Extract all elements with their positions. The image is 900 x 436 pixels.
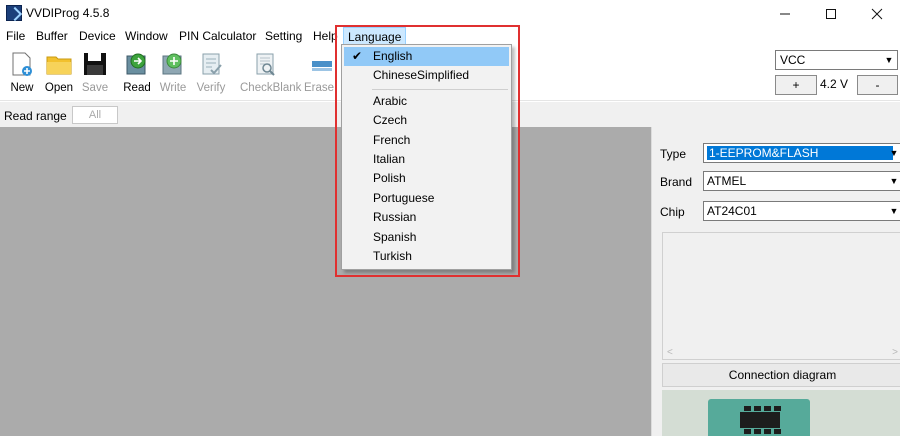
chip-info-box[interactable]: < >: [662, 232, 900, 360]
read-range-input[interactable]: All: [72, 106, 118, 124]
voltage-minus-button[interactable]: -: [857, 75, 898, 95]
close-icon[interactable]: [854, 0, 900, 27]
chevron-down-icon: ▼: [889, 148, 899, 158]
language-option-portuguese[interactable]: Portuguese: [344, 189, 509, 208]
read-chip-icon: [124, 51, 150, 77]
chip-pin: [774, 406, 781, 411]
language-option-turkish[interactable]: Turkish: [344, 247, 509, 266]
type-label: Type: [660, 147, 687, 161]
language-option-french[interactable]: French: [344, 131, 509, 150]
device-panel: Type 1-EEPROM&FLASH ▼ Brand ATMEL ▼ Chip…: [651, 127, 900, 436]
vcc-select[interactable]: VCC ▼: [775, 50, 898, 70]
chevron-down-icon: ▼: [884, 55, 894, 65]
connection-diagram-image: [662, 390, 900, 436]
chip-pin: [744, 406, 751, 411]
chip-pin: [774, 429, 781, 434]
brand-label: Brand: [660, 175, 693, 189]
floppy-disk-icon: [82, 51, 108, 77]
checkblank-icon: [252, 51, 278, 77]
voltage-plus-button[interactable]: +: [775, 75, 817, 95]
verify-label: Verify: [196, 82, 226, 94]
chip-pin: [754, 429, 761, 434]
app-logo-icon: [6, 5, 22, 21]
window-title: VVDIProg 4.5.8: [26, 6, 110, 20]
minimize-icon[interactable]: [762, 0, 808, 27]
read-range-label: Read range: [4, 109, 67, 123]
folder-icon: [46, 51, 72, 77]
voltage-value: 4.2 V: [820, 77, 849, 91]
menu-pin-calculator[interactable]: PIN Calculator: [178, 29, 257, 43]
language-option-chinesesimplified[interactable]: ChineseSimplified: [344, 66, 509, 85]
chip-pin: [744, 429, 751, 434]
language-dropdown: ✔ English ChineseSimplified Arabic Czech…: [341, 44, 512, 270]
menu-setting[interactable]: Setting: [264, 29, 303, 43]
checkblank-button[interactable]: CheckBlank: [240, 51, 301, 99]
type-select[interactable]: 1-EEPROM&FLASH ▼: [703, 143, 900, 163]
chip-label: Chip: [660, 205, 685, 219]
write-chip-icon: [160, 51, 186, 77]
adapter-board: [708, 399, 810, 436]
chip-select[interactable]: AT24C01 ▼: [703, 201, 900, 221]
language-option-arabic[interactable]: Arabic: [344, 92, 509, 111]
language-option-english[interactable]: ✔ English: [344, 47, 509, 66]
chevron-down-icon: ▼: [889, 206, 899, 216]
brand-select[interactable]: ATMEL ▼: [703, 171, 900, 191]
title-bar: VVDIProg 4.5.8: [0, 0, 900, 27]
language-option-russian[interactable]: Russian: [344, 208, 509, 227]
checkmark-icon: ✔: [352, 49, 363, 63]
verify-icon: [198, 51, 224, 77]
language-option-polish[interactable]: Polish: [344, 169, 509, 188]
erase-label: Erase: [303, 82, 335, 94]
brand-value: ATMEL: [707, 174, 747, 188]
chip-value: AT24C01: [707, 204, 757, 218]
verify-button[interactable]: Verify: [192, 51, 230, 99]
connection-diagram-button[interactable]: Connection diagram: [662, 363, 900, 387]
scroll-left-icon[interactable]: <: [667, 347, 673, 358]
menu-help[interactable]: Help: [312, 29, 339, 43]
chip-pin: [764, 406, 771, 411]
chip-body: [740, 412, 780, 428]
save-button[interactable]: Save: [76, 51, 114, 99]
language-option-italian[interactable]: Italian: [344, 150, 509, 169]
chip-pin: [754, 406, 761, 411]
language-option-label: English: [373, 49, 413, 63]
menu-window[interactable]: Window: [124, 29, 169, 43]
type-value: 1-EEPROM&FLASH: [707, 146, 893, 160]
menu-separator: [372, 89, 508, 90]
menu-buffer[interactable]: Buffer: [35, 29, 69, 43]
buffer-workspace: [0, 127, 651, 436]
erase-button[interactable]: Erase: [300, 51, 338, 99]
erase-icon: [306, 51, 332, 77]
new-file-icon: [9, 51, 35, 77]
language-option-czech[interactable]: Czech: [344, 111, 509, 130]
menu-file[interactable]: File: [5, 29, 26, 43]
vcc-value: VCC: [780, 53, 806, 67]
scroll-right-icon[interactable]: >: [892, 347, 898, 358]
chip-pin: [764, 429, 771, 434]
menu-device[interactable]: Device: [78, 29, 117, 43]
chevron-down-icon: ▼: [889, 176, 899, 186]
maximize-icon[interactable]: [808, 0, 854, 27]
checkblank-label: CheckBlank: [240, 82, 302, 94]
language-option-spanish[interactable]: Spanish: [344, 228, 509, 247]
